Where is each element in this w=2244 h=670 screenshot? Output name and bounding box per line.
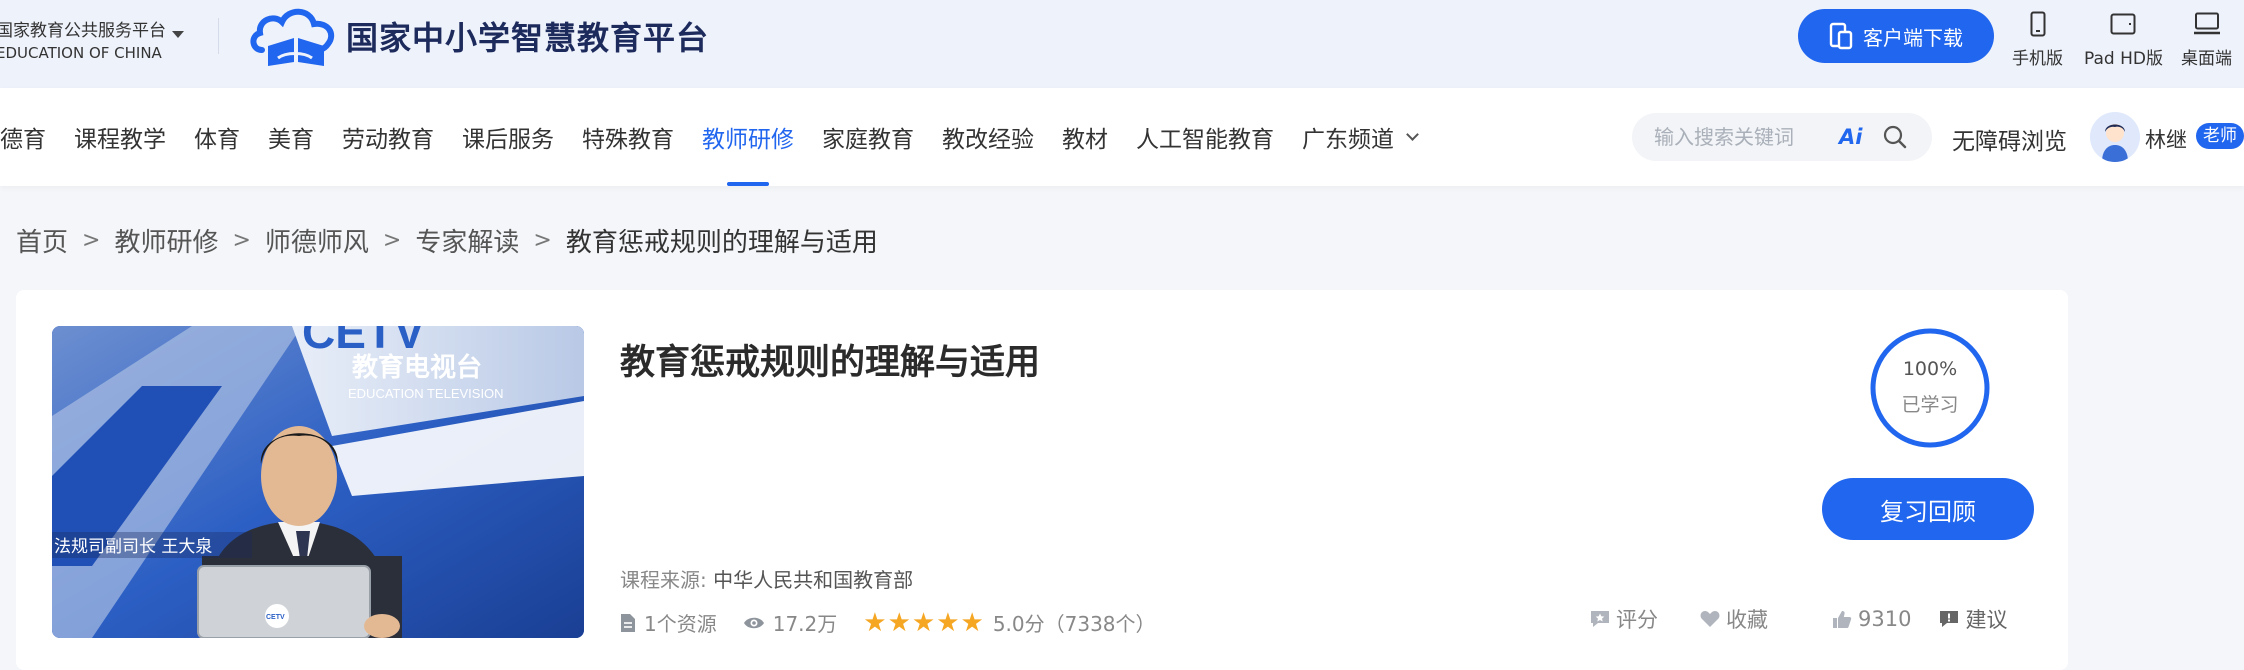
device-mobile-label: 手机版: [2012, 49, 2063, 69]
user-name[interactable]: 林继: [2145, 124, 2187, 154]
nav-item-pe[interactable]: 体育: [180, 88, 254, 186]
course-source: 课程来源: 中华人民共和国教育部: [620, 564, 913, 593]
favorite-button[interactable]: 收藏: [1700, 604, 1768, 634]
suggest-label: 建议: [1965, 608, 2008, 632]
video-thumbnail-image: CETV 教育电视台 EDUCATION TELEVISION CETV 法规司…: [52, 326, 584, 638]
nav-item-moral[interactable]: 德育: [0, 88, 60, 186]
rating-stars: ★ ★ ★ ★ ★: [863, 610, 985, 636]
channel-name: 教育电视台: [352, 352, 482, 383]
platform-name-cn[interactable]: 国家教育公共服务平台: [0, 16, 166, 41]
breadcrumb: 首页 > 教师研修 > 师德师风 > 专家解读 > 教育惩戒规则的理解与适用: [16, 222, 878, 259]
progress-percent: 100%: [1902, 358, 1958, 380]
breadcrumb-separator: >: [82, 228, 101, 253]
breadcrumb-separator: >: [232, 228, 251, 253]
device-desktop-label: 桌面端: [2181, 49, 2232, 69]
nav-item-family[interactable]: 家庭教育: [808, 88, 928, 186]
favorite-label: 收藏: [1726, 608, 1768, 632]
search-input[interactable]: [1652, 124, 1828, 150]
breadcrumb-separator: >: [382, 228, 402, 253]
top-bar: 国家教育公共服务平台 EDUCATION OF CHINA 国家中小学智慧教育平…: [0, 0, 2244, 88]
nav-item-afterschool[interactable]: 课后服务: [448, 88, 568, 186]
nav-item-labor[interactable]: 劳动教育: [328, 88, 448, 186]
star-icon: ★: [911, 607, 936, 638]
accessibility-link[interactable]: 无障碍浏览: [1952, 122, 2067, 156]
star-icon: ★: [863, 607, 887, 638]
nav-item-guangdong[interactable]: 广东频道: [1288, 88, 1431, 186]
nav-item-reform[interactable]: 教改经验: [928, 88, 1048, 186]
download-device-icon: [1829, 22, 1853, 50]
breadcrumb-separator: >: [533, 228, 552, 253]
avatar[interactable]: [2090, 112, 2140, 162]
suggestion-icon: [1940, 611, 1959, 627]
phone-icon: [2030, 11, 2045, 37]
eye-icon: [743, 617, 764, 628]
breadcrumb-home[interactable]: 首页: [16, 222, 68, 259]
course-source-label: 课程来源:: [620, 568, 707, 592]
course-source-value: 中华人民共和国教育部: [713, 568, 914, 592]
breadcrumb-current: 教育惩戒规则的理解与适用: [565, 228, 878, 258]
chevron-down-icon: [1406, 127, 1419, 141]
progress-ring-icon: [1870, 328, 1990, 448]
channel-english: EDUCATION TELEVISION: [348, 386, 504, 401]
resource-count: 1个资源: [644, 612, 717, 636]
user-avatar-icon: [2090, 112, 2140, 162]
desktop-icon: [2193, 12, 2220, 35]
device-desktop[interactable]: 桌面端: [2181, 10, 2232, 69]
progress-label: 已学习: [1901, 394, 1959, 416]
course-meta: 1个资源 17.2万 ★ ★ ★ ★ ★ 5.0分（7338个）: [620, 608, 1156, 637]
rating-text: 5.0分（7338个）: [992, 612, 1156, 636]
document-icon: [621, 613, 635, 632]
breadcrumb-expert[interactable]: 专家解读: [415, 222, 519, 259]
role-badge: 老师: [2196, 123, 2244, 149]
like-button[interactable]: 9310: [1832, 607, 1911, 631]
review-button[interactable]: 复习回顾: [1822, 478, 2034, 540]
heart-icon: [1700, 611, 1720, 627]
search-bar: Ai: [1632, 113, 1932, 161]
device-pad-label: Pad HD版: [2084, 49, 2163, 69]
laptop-logo: CETV: [266, 614, 285, 621]
platform-name-en[interactable]: EDUCATION OF CHINA: [0, 44, 166, 62]
thumbs-up-icon: [1833, 610, 1852, 628]
device-mobile[interactable]: 手机版: [2012, 10, 2063, 69]
star-icon: ★: [960, 607, 984, 638]
divider: [218, 18, 219, 54]
course-title: 教育惩戒规则的理解与适用: [620, 343, 1041, 383]
video-caption: 法规司副司长 王大泉: [54, 537, 212, 557]
client-download-button[interactable]: 客户端下载: [1798, 9, 1994, 63]
course-thumbnail[interactable]: CETV 教育电视台 EDUCATION TELEVISION CETV 法规司…: [52, 326, 584, 638]
search-icon[interactable]: [1882, 124, 1908, 150]
site-logo[interactable]: 国家中小学智慧教育平台: [248, 2, 709, 70]
study-progress: 100% 已学习: [1868, 326, 1992, 450]
nav-item-special[interactable]: 特殊教育: [568, 88, 688, 186]
like-count: 9310: [1858, 607, 1912, 631]
nav-item-arts[interactable]: 美育: [254, 88, 328, 186]
rate-button[interactable]: 评分: [1590, 604, 1658, 634]
ai-search-icon[interactable]: Ai: [1839, 125, 1862, 149]
course-card: CETV 教育电视台 EDUCATION TELEVISION CETV 法规司…: [16, 290, 2068, 670]
platform-switcher[interactable]: 国家教育公共服务平台 EDUCATION OF CHINA: [0, 16, 166, 62]
client-download-label: 客户端下载: [1863, 25, 1963, 50]
star-icon: ★: [936, 607, 960, 638]
nav-item-guangdong-label: 广东频道: [1302, 127, 1394, 153]
tablet-icon: [2110, 13, 2136, 35]
nav-item-textbook[interactable]: 教材: [1048, 88, 1122, 186]
rate-label: 评分: [1616, 608, 1658, 632]
site-title: 国家中小学智慧教育平台: [346, 19, 710, 57]
nav-item-course[interactable]: 课程教学: [60, 88, 180, 186]
view-count: 17.2万: [772, 612, 838, 636]
nav-item-teacher-training[interactable]: 教师研修: [688, 88, 808, 186]
suggest-button[interactable]: 建议: [1939, 604, 2007, 634]
nav-item-ai[interactable]: 人工智能教育: [1122, 88, 1288, 186]
star-icon: ★: [887, 607, 911, 638]
main-nav: 德育 课程教学 体育 美育 劳动教育 课后服务 特殊教育 教师研修 家庭教育 教…: [0, 88, 2244, 186]
caret-down-icon[interactable]: [172, 31, 184, 38]
breadcrumb-teacher-training[interactable]: 教师研修: [114, 222, 218, 259]
comment-star-icon: [1591, 611, 1609, 627]
cloud-book-logo-icon: [250, 8, 335, 66]
breadcrumb-ethics[interactable]: 师德师风: [265, 222, 369, 259]
device-pad[interactable]: Pad HD版: [2084, 10, 2163, 69]
course-actions: 评分 收藏 9310 建议: [1590, 604, 2007, 634]
